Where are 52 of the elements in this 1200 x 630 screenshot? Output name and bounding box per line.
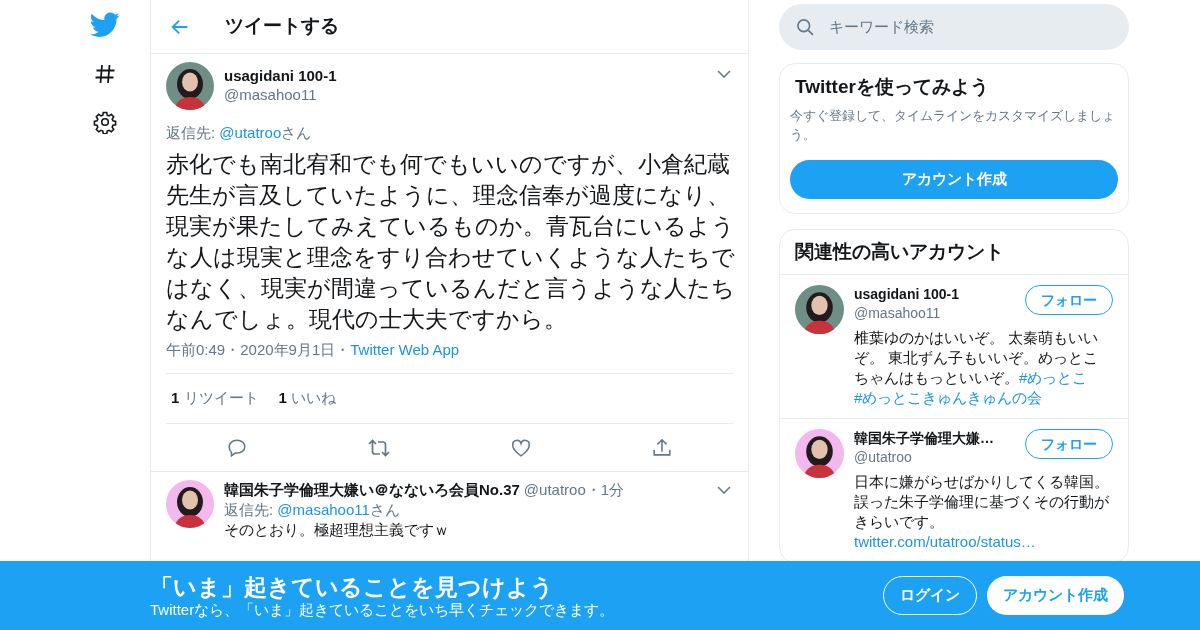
user-handle[interactable]: @masahoo11 <box>224 85 337 104</box>
timestamp: 2020年9月1日 <box>240 339 336 360</box>
search-icon <box>795 17 815 37</box>
hashtag-icon[interactable] <box>93 62 117 86</box>
banner-title: 「いま」起きていることを見つけよう <box>150 572 555 601</box>
banner-subtitle: Twitterなら、「いま」起きていることをいち早くチェックできます。 <box>150 600 616 619</box>
mention-link[interactable]: @masahoo11 <box>277 501 370 518</box>
user-name[interactable]: 韓国朱子学倫理大嫌い＠なないろ会員No.37 <box>224 480 520 500</box>
separator-dot: ・ <box>585 480 601 500</box>
user-handle[interactable]: @masahoo11 <box>854 304 1025 323</box>
share-icon[interactable] <box>651 436 674 459</box>
separator-dot: ・ <box>335 339 351 360</box>
avatar[interactable] <box>795 285 844 334</box>
hashtag-link[interactable]: twitter.com/utatroo/status… <box>854 533 1036 550</box>
search-field[interactable]: キーワード検索 <box>779 4 1129 50</box>
page-title: ツイートする <box>225 14 339 39</box>
hashtag-link[interactable]: #めっとこきゅんきゅんの会 <box>854 389 1043 406</box>
tweet-text: そのとおり。極超理想主義ですｗ <box>224 520 450 540</box>
source-link[interactable]: Twitter Web App <box>350 338 460 361</box>
user-handle[interactable]: @utatroo <box>854 448 1025 467</box>
separator-dot: ・ <box>225 339 241 360</box>
card-title: 関連性の高いアカウント <box>780 230 1128 275</box>
chevron-down-icon[interactable] <box>717 486 731 494</box>
reply-to-text: 返信先: @utatrooさん <box>166 123 313 143</box>
heart-icon[interactable] <box>510 436 533 459</box>
hashtag-link[interactable]: #めっとこ <box>1019 369 1088 386</box>
create-account-button[interactable]: アカウント作成 <box>987 576 1124 615</box>
settings-icon[interactable] <box>93 110 117 134</box>
card-text: 今すぐ登録して、タイムラインをカスタマイズしましょう。 <box>790 107 1116 144</box>
chevron-down-icon[interactable] <box>717 70 731 78</box>
retweet-icon[interactable] <box>366 436 391 459</box>
stat-link[interactable]: 1 リツイート <box>171 387 259 410</box>
user-name[interactable]: usagidani 100-1 <box>854 285 1025 304</box>
avatar[interactable] <box>166 62 214 110</box>
user-handle[interactable]: @utatroo <box>523 480 586 500</box>
timestamp: 午前0:49 <box>166 339 226 360</box>
avatar[interactable] <box>795 429 844 478</box>
reply-to-text: 返信先: @masahoo11さん <box>224 500 401 520</box>
user-name[interactable]: usagidani 100-1 <box>224 66 337 85</box>
mention-link[interactable]: @utatroo <box>219 124 282 141</box>
reply-icon[interactable] <box>225 436 248 459</box>
create-account-button[interactable]: アカウント作成 <box>790 160 1118 199</box>
account-bio: 椎葉ゆのかはいいぞ。 太秦萌もいいぞ。 東北ずん子もいいぞ。めっとこちゃんはもっといいぞ。#めっとこ #めっとこきゅんきゅんの会 <box>854 328 1100 408</box>
tweet-time[interactable]: 1分 <box>600 480 625 500</box>
tweet-text: 赤化でも南北宥和でも何でもいいのですが、小倉紀蔵先生が言及していたように、理念信奉が過度になり、現実が果たしてみえているものか。青瓦台にいるような人は現実と理念をすり合わせていくような人たちではなく、現実が間違っているんだと言うような人たちなんでしょ。現代の士大夫ですから。 <box>166 149 736 334</box>
bird-logo-icon[interactable] <box>90 12 120 38</box>
avatar[interactable] <box>166 480 214 528</box>
search-input[interactable]: キーワード検索 <box>829 15 1113 39</box>
account-bio: 日本に嫌がらせばかりしてくる韓国。誤った朱子学倫理に基づくその行動がきらいです。 twitter.com/utatroo/status… <box>854 472 1110 552</box>
card-title: Twitterを使ってみよう <box>795 75 990 99</box>
stat-link[interactable]: 1 いいね <box>278 387 337 410</box>
user-name[interactable]: 韓国朱子学倫理大嫌… <box>854 429 1025 448</box>
